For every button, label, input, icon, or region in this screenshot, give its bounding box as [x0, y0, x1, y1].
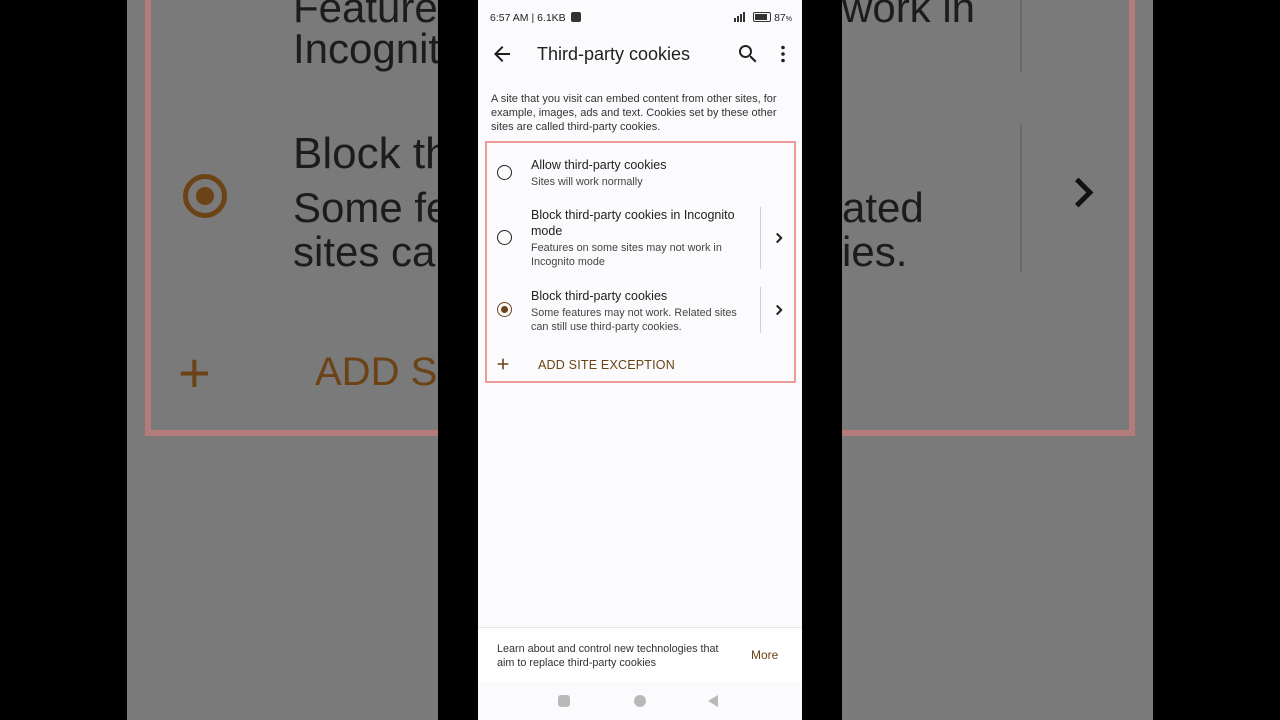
app-bar: Third-party cookies: [478, 36, 802, 72]
option-block-third-party[interactable]: Block third-party cookies Some features …: [487, 283, 794, 343]
chevron-right-icon[interactable]: [770, 229, 788, 247]
status-bar: 6:57 AM | 6.1KB 87%: [490, 11, 792, 27]
more-button[interactable]: More: [751, 648, 778, 662]
add-site-exception-label: ADD SITE EXCEPTION: [538, 358, 675, 372]
option-title: Allow third-party cookies: [531, 158, 667, 172]
back-nav-button[interactable]: [708, 695, 718, 707]
background-divider: [1020, 124, 1022, 272]
bottom-info-card: Learn about and control new technologies…: [478, 627, 802, 683]
background-divider: [1020, 0, 1022, 72]
option-subtitle: Features on some sites may not work in I…: [531, 242, 722, 268]
background-text: ADD SI: [315, 350, 449, 394]
divider: [760, 287, 761, 333]
option-title: Block third-party cookies in Incognito m…: [531, 208, 735, 238]
back-arrow-icon[interactable]: [490, 42, 514, 66]
background-text: Block th: [293, 129, 450, 178]
bottom-info-text: Learn about and control new technologies…: [497, 643, 719, 669]
option-block-incognito[interactable]: Block third-party cookies in Incognito m…: [487, 203, 794, 273]
background-text: ies.: [842, 228, 908, 275]
background-text: ated: [842, 184, 924, 231]
background-plus-icon: +: [178, 341, 211, 404]
home-button[interactable]: [634, 695, 646, 707]
divider: [760, 207, 761, 269]
option-title: Block third-party cookies: [531, 289, 668, 303]
radio-selected-icon[interactable]: [497, 302, 512, 317]
background-text: sites can: [293, 228, 459, 275]
battery-icon: [753, 12, 772, 22]
more-vert-icon[interactable]: [771, 42, 795, 66]
chevron-right-icon[interactable]: [770, 301, 788, 319]
radio-unselected-icon[interactable]: [497, 165, 512, 180]
option-allow-third-party[interactable]: Allow third-party cookies Sites will wor…: [487, 143, 794, 201]
battery-level: 87: [774, 12, 786, 24]
option-subtitle: Sites will work normally: [531, 176, 643, 188]
screen-record-icon: [570, 12, 581, 22]
status-left: 6:57 AM | 6.1KB: [490, 12, 581, 24]
phone-screen: 6:57 AM | 6.1KB 87% Third-party cookies …: [478, 0, 802, 720]
background-text: work in: [842, 0, 976, 31]
signal-icon: [734, 12, 746, 25]
plus-icon: [497, 358, 509, 370]
add-site-exception-button[interactable]: ADD SITE EXCEPTION: [487, 350, 794, 380]
status-right: 87%: [734, 12, 792, 25]
background-radio-icon: [183, 174, 227, 218]
option-subtitle: Some features may not work. Related site…: [531, 307, 737, 333]
letterbox-right: [802, 0, 842, 720]
status-time: 6:57 AM | 6.1KB: [490, 12, 566, 24]
radio-unselected-icon[interactable]: [497, 230, 512, 245]
system-nav-bar: [478, 682, 802, 720]
search-icon[interactable]: [736, 42, 760, 66]
recents-button[interactable]: [558, 695, 570, 707]
page-title: Third-party cookies: [537, 44, 691, 64]
letterbox-left: [438, 0, 478, 720]
cookie-options-group: Allow third-party cookies Sites will wor…: [485, 141, 796, 383]
description-text: A site that you visit can embed content …: [491, 93, 777, 133]
